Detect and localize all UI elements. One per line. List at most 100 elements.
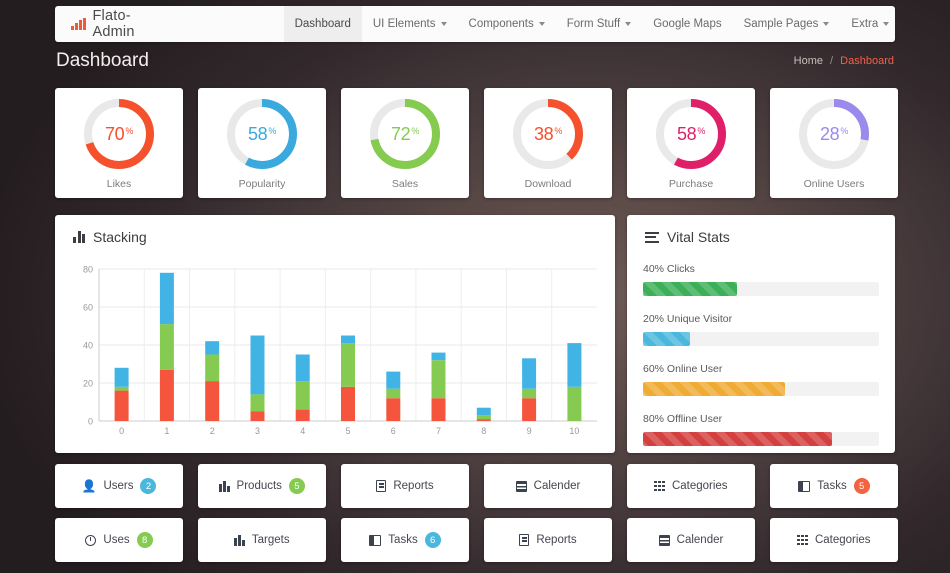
stacking-chart-plot: 0 20 40 60 80 0 1 2 3 4 5 6 7 8 9 10	[73, 263, 601, 441]
tile-calender[interactable]: Calender	[627, 518, 755, 562]
tile-label: Reports	[536, 534, 577, 546]
svg-text:1: 1	[164, 426, 169, 436]
donut-card-popularity[interactable]: 58% Popularity	[198, 88, 326, 198]
vital-stat-label: 80% Offline User	[643, 413, 723, 425]
nav-item-extra[interactable]: Extra	[840, 6, 895, 42]
donut-card-sales[interactable]: 72% Sales	[341, 88, 469, 198]
donut-chart: 38%	[511, 97, 585, 171]
donut-number: 58	[247, 123, 268, 144]
svg-text:6: 6	[391, 426, 396, 436]
tile-label: Uses	[103, 534, 130, 546]
donut-value: 72%	[368, 97, 442, 171]
tile-products[interactable]: Products 5	[198, 464, 326, 508]
tile-calender[interactable]: Calender	[484, 464, 612, 508]
breadcrumb-current: Dashboard	[840, 55, 894, 67]
nav-item-sample-pages[interactable]: Sample Pages	[733, 6, 841, 42]
vital-stat-item: 40% Clicks	[643, 263, 879, 296]
tile-badge: 8	[136, 532, 153, 548]
donut-suffix: %	[554, 126, 563, 136]
svg-text:60: 60	[83, 303, 93, 313]
donut-chart: 70%	[82, 97, 156, 171]
tile-categories[interactable]: Categories	[627, 464, 755, 508]
tile-badge: 2	[140, 478, 157, 494]
tile-reports[interactable]: Reports	[484, 518, 612, 562]
tile-users[interactable]: 👤 Users 2	[55, 464, 183, 508]
donut-card-online-users[interactable]: 28% Online Users	[770, 88, 898, 198]
donut-suffix: %	[697, 126, 706, 136]
chevron-down-icon	[538, 22, 545, 26]
brand-label: Flato-Admin	[92, 8, 135, 40]
tile-badge: 6	[424, 532, 441, 548]
bar-chart-icon	[73, 231, 85, 243]
tile-tasks[interactable]: Tasks 5	[770, 464, 898, 508]
nav-item-google-maps[interactable]: Google Maps	[642, 6, 732, 42]
breadcrumb: Home / Dashboard	[794, 55, 894, 67]
calendar-icon	[658, 534, 670, 546]
donut-card-download[interactable]: 38% Download	[484, 88, 612, 198]
svg-text:4: 4	[300, 426, 305, 436]
nav-item-form-stuff[interactable]: Form Stuff	[556, 6, 642, 42]
top-navbar: Flato-Admin Dashboard UI Elements Componen…	[55, 6, 895, 42]
chevron-down-icon	[440, 22, 447, 26]
donut-chart: 58%	[225, 97, 299, 171]
page-title: Dashboard	[56, 50, 149, 71]
stacking-chart-title: Stacking	[93, 229, 147, 245]
progress-bar-fill	[643, 332, 691, 346]
progress-bar-fill	[643, 382, 785, 396]
list-icon	[645, 231, 659, 243]
donut-card-purchase[interactable]: 58% Purchase	[627, 88, 755, 198]
vital-stat-item: 80% Offline User	[643, 413, 879, 446]
brand-logo[interactable]: Flato-Admin	[55, 6, 149, 42]
bars-icon	[234, 534, 245, 546]
donut-number: 70	[104, 123, 125, 144]
tile-categories[interactable]: Categories	[770, 518, 898, 562]
svg-text:10: 10	[569, 426, 579, 436]
progress-bar-track	[643, 332, 879, 346]
grid-icon	[797, 534, 808, 546]
nav-item-components[interactable]: Components	[458, 6, 556, 42]
donut-label: Download	[524, 178, 572, 190]
chevron-down-icon	[625, 22, 632, 26]
donut-chart: 58%	[654, 97, 728, 171]
vital-stats-list: 40% Clicks 20% Unique Visitor 60% Online U…	[627, 245, 895, 446]
tile-badge: 5	[853, 478, 870, 494]
vital-stat-label: 20% Unique Visitor	[643, 313, 733, 325]
progress-bar-track	[643, 282, 879, 296]
svg-text:8: 8	[481, 426, 486, 436]
donut-suffix: %	[411, 126, 420, 136]
donut-label: Online Users	[803, 178, 865, 190]
donut-number: 58	[676, 123, 697, 144]
donut-label: Purchase	[668, 178, 714, 190]
donut-chart: 28%	[797, 97, 871, 171]
tile-label: Tasks	[817, 480, 847, 492]
tile-reports[interactable]: Reports	[341, 464, 469, 508]
stacking-chart-header: Stacking	[55, 215, 615, 245]
grid-icon	[654, 480, 665, 492]
vital-stats-header: Vital Stats	[627, 215, 895, 245]
tile-label: Tasks	[388, 534, 418, 546]
tile-label: Categories	[671, 480, 728, 492]
donut-number: 72	[390, 123, 411, 144]
donut-card-likes[interactable]: 70% Likes	[55, 88, 183, 198]
vital-stat-item: 60% Online User	[643, 363, 879, 396]
donut-suffix: %	[840, 126, 849, 136]
tile-tasks[interactable]: Tasks 6	[341, 518, 469, 562]
stacking-chart-card: Stacking 0 20 40 60 80 0 1 2 3 4 5 6 7 8 9 10	[55, 215, 615, 453]
vital-stat-label: 40% Clicks	[643, 263, 695, 275]
tile-uses[interactable]: Uses 8	[55, 518, 183, 562]
nav-item-label: Dashboard	[294, 18, 351, 30]
nav-item-label: UI Elements	[372, 18, 436, 30]
chevron-down-icon	[883, 22, 890, 26]
donut-suffix: %	[268, 126, 277, 136]
bars-icon	[219, 480, 230, 492]
svg-text:2: 2	[210, 426, 215, 436]
donut-value: 58%	[225, 97, 299, 171]
donut-number: 38	[533, 123, 554, 144]
progress-bar-track	[643, 382, 879, 396]
nav-item-ui-elements[interactable]: UI Elements	[362, 6, 458, 42]
breadcrumb-separator: /	[830, 55, 834, 67]
tile-targets[interactable]: Targets	[198, 518, 326, 562]
nav-item-dashboard[interactable]: Dashboard	[283, 6, 362, 42]
breadcrumb-home[interactable]: Home	[794, 55, 823, 67]
vital-stat-item: 20% Unique Visitor	[643, 313, 879, 346]
